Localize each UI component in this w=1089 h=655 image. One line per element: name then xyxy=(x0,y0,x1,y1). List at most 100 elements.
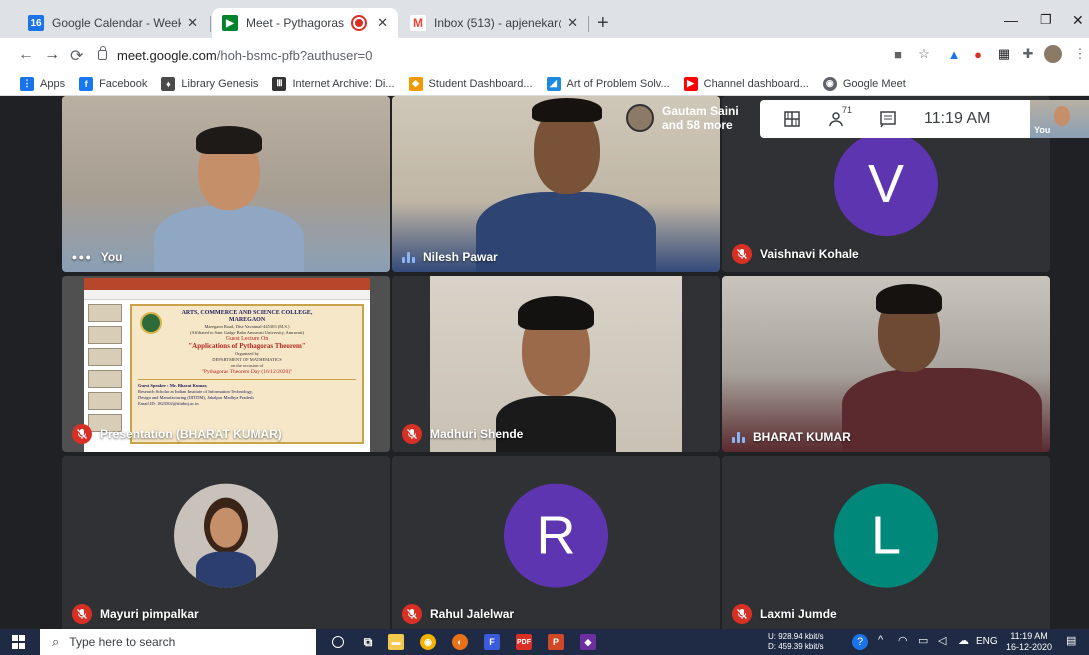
camera-in-use-icon[interactable]: ■ xyxy=(890,46,906,62)
wifi-icon[interactable]: ◠ xyxy=(898,634,908,647)
bookmark-student-dashboard[interactable]: ◆ Student Dashboard... xyxy=(408,76,533,91)
participants-summary-more: and 58 more xyxy=(662,118,733,132)
avatar: L xyxy=(834,483,938,588)
lock-icon xyxy=(98,46,107,60)
meet-top-controls: 71 11:19 AM xyxy=(760,100,1030,138)
bookmark-star-icon[interactable]: ☆ xyxy=(916,46,932,62)
tab-gmail-inbox[interactable]: M Inbox (513) - apjenekar@gmail.c ✕ xyxy=(400,8,588,38)
bookmark-apps[interactable]: ⋮ Apps xyxy=(20,76,66,91)
bookmark-label: Library Genesis xyxy=(181,77,259,90)
recording-indicator-icon xyxy=(353,17,366,29)
back-arrow-icon[interactable]: ← xyxy=(18,46,34,64)
meeting-clock: 11:19 AM xyxy=(924,110,991,127)
app-purple-icon[interactable]: ◆ xyxy=(580,634,596,650)
tab-title: Inbox (513) - apjenekar@gmail.c xyxy=(434,16,561,30)
tab-meet[interactable]: ▶ Meet - Pythagoras Theorem ✕ xyxy=(212,8,398,38)
bookmark-internet-archive[interactable]: Ⅲ Internet Archive: Di... xyxy=(272,76,395,91)
chrome-icon[interactable]: ◉ xyxy=(420,634,436,650)
extension-grid-icon[interactable]: ▦ xyxy=(996,46,1012,62)
tile-layout-icon[interactable] xyxy=(782,109,802,129)
more-options-icon[interactable]: ••• xyxy=(72,250,93,264)
avatar xyxy=(174,483,278,588)
extension-red-icon[interactable]: ● xyxy=(970,46,986,62)
language-indicator[interactable]: ENG xyxy=(976,636,998,647)
minimize-window-icon[interactable]: — xyxy=(1004,12,1018,28)
apps-grid-icon: ⋮ xyxy=(20,76,34,91)
close-tab-icon[interactable]: ✕ xyxy=(567,15,578,31)
new-tab-button[interactable]: + xyxy=(597,12,609,35)
slide-speaker: Guest Speaker : Mr. Bharat Kumar, Resear… xyxy=(138,379,356,407)
slide-college: ARTS, COMMERCE AND SCIENCE COLLEGE, xyxy=(181,310,313,316)
browser-menu-icon[interactable]: ⋮ xyxy=(1072,46,1088,62)
address-bar[interactable]: meet.google.com /hoh-bsmc-pfb?authuser=0 xyxy=(98,42,858,68)
profile-avatar[interactable] xyxy=(1044,45,1062,63)
tab-divider xyxy=(588,16,589,32)
speaking-indicator-icon xyxy=(732,431,745,443)
youtube-icon: ▶ xyxy=(683,76,698,91)
participant-name: Madhuri Shende xyxy=(402,424,523,444)
volume-icon[interactable]: ◁ xyxy=(938,634,946,647)
file-explorer-icon[interactable]: ▬ xyxy=(388,634,404,650)
bookmark-library-genesis[interactable]: ♦ Library Genesis xyxy=(161,76,259,91)
participants-summary[interactable]: Gautam Saini and 58 more xyxy=(626,100,746,136)
video-tile-laxmi-jumde[interactable]: L Laxmi Jumde xyxy=(722,456,1050,632)
powerpoint-titlebar xyxy=(84,278,370,290)
bookmark-aops[interactable]: ◢ Art of Problem Solv... xyxy=(546,76,670,91)
app-blue-icon[interactable]: F xyxy=(484,634,500,650)
close-window-icon[interactable]: ✕ xyxy=(1072,12,1084,29)
slide-thumbnails xyxy=(88,304,124,444)
participant-name: Rahul Jalelwar xyxy=(402,604,514,624)
video-tile-mayuri-pimpalkar[interactable]: Mayuri pimpalkar xyxy=(62,456,390,632)
pdf-icon[interactable]: PDF xyxy=(516,634,532,650)
bookmark-channel-dashboard[interactable]: ▶ Channel dashboard... xyxy=(683,76,809,91)
avatar: R xyxy=(504,483,608,588)
help-icon[interactable]: ? xyxy=(852,634,868,650)
task-view-icon[interactable]: ⧉ xyxy=(360,634,376,650)
video-tile-madhuri-shende[interactable]: Madhuri Shende xyxy=(392,276,720,452)
bookmark-label: Internet Archive: Di... xyxy=(292,77,395,90)
bookmark-facebook[interactable]: f Facebook xyxy=(79,76,148,91)
self-view-thumbnail[interactable]: You xyxy=(1030,100,1089,138)
browser-tab-strip: 16 Google Calendar - Week of Dece ✕ ▶ Me… xyxy=(0,0,1089,38)
restore-window-icon[interactable]: ❐ xyxy=(1040,12,1052,28)
video-tile-you[interactable]: ••• You xyxy=(62,96,390,272)
bookmark-google-meet[interactable]: ◉ Google Meet xyxy=(822,76,906,91)
system-clock[interactable]: 11:19 AM 16-12-2020 xyxy=(1006,631,1052,653)
windows-start-icon[interactable] xyxy=(12,635,26,649)
chat-icon[interactable] xyxy=(878,109,898,129)
participant-name: BHARAT KUMAR xyxy=(732,430,851,444)
mic-off-icon xyxy=(72,604,92,624)
gmail-icon: M xyxy=(410,15,426,31)
taskbar-search-box[interactable]: ⌕ Type here to search xyxy=(40,629,316,655)
forward-arrow-icon[interactable]: → xyxy=(44,46,60,64)
extensions-puzzle-icon[interactable]: ✚ xyxy=(1020,46,1036,62)
app-circle-icon[interactable]: ◐ xyxy=(452,634,468,650)
self-view-label: You xyxy=(1034,125,1051,135)
chevron-up-icon[interactable]: ^ xyxy=(878,634,883,646)
bookmark-label: Google Meet xyxy=(842,77,906,90)
tab-divider xyxy=(210,16,211,32)
cortana-icon[interactable] xyxy=(332,636,344,648)
video-tile-bharat-kumar[interactable]: BHARAT KUMAR xyxy=(722,276,1050,452)
close-tab-icon[interactable]: ✕ xyxy=(377,15,388,31)
slide-lecture-title: "Applications of Pythagoras Theorem" xyxy=(188,342,306,350)
slide-place: MAREGAON xyxy=(228,317,266,323)
battery-icon[interactable]: ▭ xyxy=(918,634,928,647)
extension-drive-icon[interactable]: ▲ xyxy=(946,46,962,62)
video-tile-rahul-jalelwar[interactable]: R Rahul Jalelwar xyxy=(392,456,720,632)
close-tab-icon[interactable]: ✕ xyxy=(187,15,198,31)
bookmark-label: Facebook xyxy=(99,77,148,90)
reload-icon[interactable]: ⟳ xyxy=(70,46,83,66)
clock-time: 11:19 AM xyxy=(1010,631,1048,641)
avatar xyxy=(626,104,654,132)
people-icon[interactable]: 71 xyxy=(828,105,852,129)
bookmark-label: Student Dashboard... xyxy=(428,77,533,90)
slide-content: ARTS, COMMERCE AND SCIENCE COLLEGE, MARE… xyxy=(130,304,364,444)
tab-google-calendar[interactable]: 16 Google Calendar - Week of Dece ✕ xyxy=(18,8,208,38)
onedrive-icon[interactable]: ☁ xyxy=(958,634,969,647)
notifications-icon[interactable]: ▤ xyxy=(1066,634,1076,647)
powerpoint-icon[interactable]: P xyxy=(548,634,564,650)
bookmark-label: Apps xyxy=(40,77,66,90)
participant-name: Nilesh Pawar xyxy=(402,250,498,264)
windows-taskbar: ⌕ Type here to search ⧉ ▬ ◉ ◐ F PDF P ◆ … xyxy=(0,629,1089,655)
